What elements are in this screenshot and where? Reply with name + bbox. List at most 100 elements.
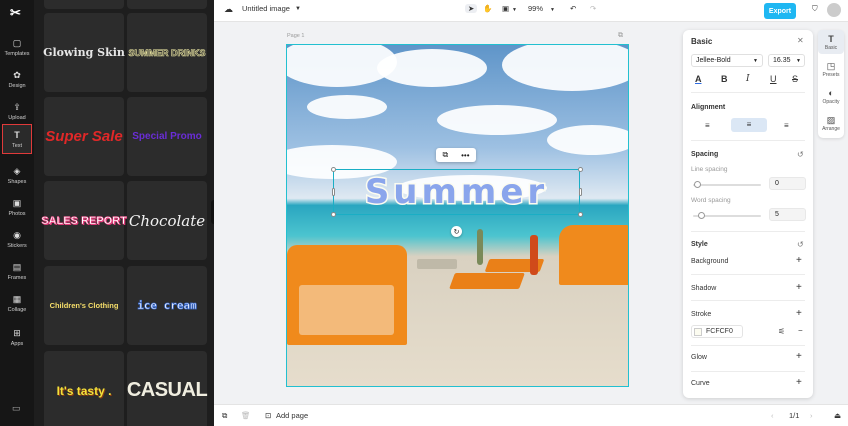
zoom-level[interactable]: 99%	[528, 4, 543, 13]
spacing-heading: Spacing	[691, 151, 719, 158]
text-style-card[interactable]: Super Sale	[44, 97, 124, 176]
cloud-icon[interactable]: ☁	[224, 4, 233, 15]
rail-item-collage[interactable]: ▦ Collage	[2, 288, 32, 318]
italic-icon[interactable]: I	[746, 74, 750, 84]
cloud-shape	[307, 95, 387, 119]
line-spacing-slider[interactable]	[693, 184, 761, 186]
zoom-chevron-down-icon[interactable]: ▼	[550, 7, 555, 13]
text-style-card-partial[interactable]	[127, 0, 207, 9]
text-style-card[interactable]: Chocolate	[127, 181, 207, 260]
rail-item-shapes[interactable]: ◈ Shapes	[2, 160, 32, 190]
align-right-icon[interactable]: ≡	[784, 121, 789, 130]
side-tool-opacity[interactable]: ◐ Opacity	[818, 84, 844, 108]
frame-view-icon[interactable]: ▣	[502, 4, 509, 13]
canvas-text[interactable]: Summer	[334, 170, 579, 214]
word-spacing-label: Word spacing	[691, 197, 731, 204]
resize-handle[interactable]	[578, 212, 583, 217]
line-spacing-label: Line spacing	[691, 166, 728, 173]
settings-icon[interactable]: ▭	[12, 403, 21, 414]
strikethrough-icon[interactable]: S	[792, 74, 798, 84]
font-size-select[interactable]: 16.35 ▼	[768, 54, 805, 67]
rail-item-templates[interactable]: ▢ Templates	[2, 32, 32, 62]
text-style-card[interactable]: SUMMER DRINKS	[127, 13, 207, 92]
orange-beach-tent	[559, 225, 628, 285]
word-spacing-knob[interactable]	[698, 212, 705, 219]
text-styles-panel: Glowing Skin SUMMER DRINKS Super Sale Sp…	[34, 0, 214, 426]
add-stroke-icon[interactable]: +	[796, 308, 802, 319]
text-style-card[interactable]: Children's Clothing	[44, 266, 124, 345]
title-chevron-down-icon[interactable]: ▼	[295, 6, 301, 12]
align-center-icon[interactable]: ≡	[731, 118, 767, 132]
line-spacing-knob[interactable]	[694, 181, 701, 188]
side-resize-handle[interactable]	[332, 188, 335, 196]
text-style-card-partial[interactable]	[44, 0, 124, 9]
add-background-icon[interactable]: +	[796, 255, 802, 266]
view-chevron-down-icon[interactable]: ▼	[512, 7, 517, 13]
word-spacing-input[interactable]: 5	[769, 208, 806, 221]
stroke-color-field[interactable]: FCFCF0	[691, 325, 743, 338]
underline-icon[interactable]: U	[770, 74, 777, 84]
align-left-icon[interactable]: ≡	[705, 121, 710, 130]
line-spacing-input[interactable]: 0	[769, 177, 806, 190]
resize-handle[interactable]	[578, 167, 583, 172]
duplicate-icon[interactable]: ⧉	[442, 150, 448, 160]
hand-icon[interactable]: ✋	[483, 4, 492, 13]
next-page-icon[interactable]: ›	[810, 411, 813, 420]
avatar[interactable]	[827, 3, 841, 17]
rail-item-frames[interactable]: ▤ Frames	[2, 256, 32, 286]
selected-text-box[interactable]: Summer	[333, 169, 580, 215]
rotate-icon[interactable]: ↻	[451, 226, 462, 237]
add-shadow-icon[interactable]: +	[796, 282, 802, 293]
left-rail: ✂ ▢ Templates ✿ Design ⇪ Upload T Text ◈ Shap…	[0, 0, 34, 426]
side-tool-presets[interactable]: ◳ Presets	[818, 57, 844, 81]
divider	[691, 371, 805, 372]
bold-icon[interactable]: B	[721, 74, 728, 84]
layers-icon[interactable]: ⧉	[222, 411, 227, 421]
text-style-card[interactable]: ice cream	[127, 266, 207, 345]
rail-item-photos[interactable]: ▣ Photos	[2, 192, 32, 222]
shield-icon[interactable]: ⛉	[812, 4, 818, 14]
reset-spacing-icon[interactable]: ↺	[797, 150, 804, 159]
app-logo-icon[interactable]: ✂	[10, 5, 21, 21]
side-tool-arrange[interactable]: ▨ Arrange	[818, 111, 844, 135]
rail-item-upload[interactable]: ⇪ Upload	[2, 96, 32, 126]
resize-handle[interactable]	[331, 167, 336, 172]
templates-icon: ▢	[12, 37, 22, 48]
font-family-select[interactable]: Jellee-Bold ▼	[691, 54, 763, 67]
undo-icon[interactable]: ↶	[570, 4, 576, 13]
stroke-settings-icon[interactable]: ⚟	[778, 327, 785, 336]
add-curve-icon[interactable]: +	[796, 377, 802, 388]
prev-page-icon[interactable]: ‹	[771, 411, 774, 420]
side-tool-label: Presets	[822, 71, 840, 78]
select-pointer-icon[interactable]: ➤	[465, 4, 478, 13]
close-icon[interactable]: ✕	[797, 36, 804, 45]
more-icon[interactable]: •••	[461, 151, 469, 160]
rail-item-stickers[interactable]: ◉ Stickers	[2, 224, 32, 254]
text-style-card[interactable]: Glowing Skin	[43, 13, 125, 92]
add-page-icon[interactable]: ⊡	[265, 411, 271, 420]
duplicate-page-icon[interactable]: ⧉	[618, 32, 623, 40]
text-style-card[interactable]: It's tasty .	[44, 351, 124, 426]
text-style-card[interactable]: SALES REPORT	[41, 181, 127, 260]
basic-icon: T	[828, 33, 834, 44]
resize-handle[interactable]	[331, 212, 336, 217]
apps-icon: ⊞	[13, 327, 21, 338]
text-style-card[interactable]: CASUAL	[127, 351, 208, 426]
side-tool-basic[interactable]: T Basic	[818, 30, 844, 54]
text-style-card[interactable]: Special Promo	[127, 97, 207, 176]
export-button[interactable]: Export	[764, 3, 796, 19]
text-color-icon[interactable]: A	[695, 74, 702, 84]
add-glow-icon[interactable]: +	[796, 351, 802, 362]
rail-item-text[interactable]: T Text	[2, 124, 32, 154]
rail-item-design[interactable]: ✿ Design	[2, 64, 32, 94]
side-resize-handle[interactable]	[579, 188, 582, 196]
add-page-button[interactable]: Add page	[276, 411, 308, 420]
trash-icon[interactable]: 🗑	[241, 411, 251, 420]
remove-stroke-icon[interactable]: −	[798, 326, 803, 335]
fullscreen-icon[interactable]: ⏏	[834, 411, 841, 420]
redo-icon[interactable]: ↷	[590, 4, 596, 13]
document-title[interactable]: Untitled image	[242, 4, 290, 13]
rail-item-apps[interactable]: ⊞ Apps	[2, 322, 32, 352]
bottom-bar: ⧉ 🗑 ⊡ Add page ‹ 1/1 › ⏏	[214, 404, 848, 426]
reset-style-icon[interactable]: ↺	[797, 240, 804, 249]
